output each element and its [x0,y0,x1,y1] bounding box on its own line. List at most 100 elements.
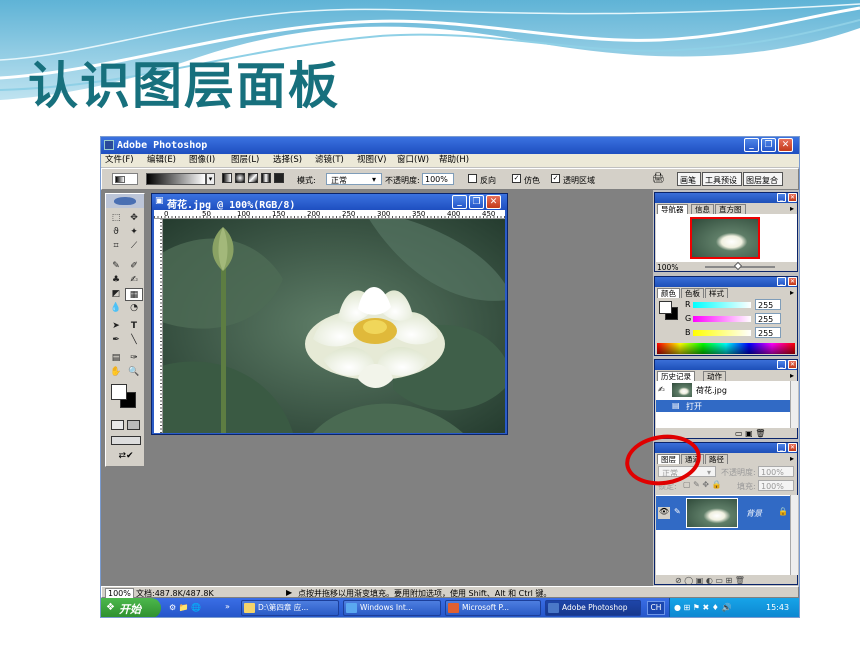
reflected-gradient-button[interactable] [261,173,271,183]
gradient-tool-icon[interactable]: ▦ [125,288,143,301]
title-bar[interactable]: Adobe Photoshop _ ❐ ✕ [101,137,799,154]
path-select-icon[interactable]: ➤ [107,320,125,333]
tray-icons[interactable]: ● ⊞ ⚑ ✖ ♦ 🔊 [674,603,731,612]
gradient-dropdown-icon[interactable]: ▾ [206,173,215,185]
eye-icon[interactable]: 👁 [658,507,670,519]
magic-wand-icon[interactable]: ✦ [125,226,143,239]
taskbar-item-powerpoint[interactable]: Microsoft P... [445,600,541,616]
transparency-checkbox[interactable]: ✓ [551,174,560,183]
tab-layers[interactable]: 图层 [657,454,680,464]
status-arrow-icon[interactable]: ▶ [286,588,292,597]
channel-r-slider[interactable] [693,302,751,308]
quicklaunch-icons[interactable]: ⚙ 📁 🌐 [169,603,201,612]
tab-history[interactable]: 历史记录 [657,371,695,381]
tab-styles[interactable]: 样式 [705,288,728,298]
panel-minimize-button[interactable]: _ [777,193,786,202]
tab-brushes[interactable]: 画笔 [677,172,701,186]
history-state-open[interactable]: ▤ 打开 [656,400,790,412]
eraser-tool-icon[interactable]: ◩ [107,288,125,301]
move-tool-icon[interactable]: ✥ [125,212,143,225]
zoom-tool-icon[interactable]: 🔍 [125,366,143,379]
hand-tool-icon[interactable]: ✋ [107,366,125,379]
zoom-slider[interactable] [705,261,775,271]
taskbar-overflow[interactable]: » [225,602,230,611]
channel-g-input[interactable]: 255 [755,313,781,324]
slice-tool-icon[interactable]: ⟋ [125,240,143,253]
fill-input[interactable]: 100% [758,480,794,491]
dodge-tool-icon[interactable]: ◔ [125,302,143,315]
opacity-input[interactable]: 100% [422,173,454,185]
minimize-button[interactable]: _ [744,138,759,152]
linear-gradient-button[interactable] [222,173,232,183]
tab-paths[interactable]: 路径 [705,454,728,464]
tab-actions[interactable]: 动作 [703,371,726,381]
start-button[interactable]: ❖ 开始 [101,598,161,617]
panel-menu-icon[interactable]: ▸ [790,288,794,297]
gradient-picker[interactable] [146,173,206,185]
layers-scrollbar[interactable] [790,495,798,575]
doc-minimize-button[interactable]: _ [452,195,467,209]
panel-close-button[interactable]: ✕ [788,443,797,452]
fg-bg-swatch[interactable] [659,301,679,321]
tab-swatches[interactable]: 色板 [681,288,704,298]
toolbox-header[interactable] [106,194,144,208]
tab-color[interactable]: 颜色 [657,288,680,298]
language-indicator[interactable]: CH [647,601,665,615]
screen-mode-icon[interactable] [111,436,141,445]
channel-b-slider[interactable] [693,330,751,336]
brush-tool-icon[interactable]: ✐ [125,260,143,273]
palette-well-icon[interactable]: 🖨 [652,173,666,185]
standard-mode-icon[interactable] [111,420,124,430]
pen-tool-icon[interactable]: ✒ [107,334,125,347]
menu-window[interactable]: 窗口(W) [397,154,429,166]
menu-view[interactable]: 视图(V) [357,154,386,166]
tab-layer-comps[interactable]: 图层复合 [743,172,783,186]
channel-r-input[interactable]: 255 [755,299,781,310]
line-tool-icon[interactable]: ╲ [125,334,143,347]
menu-image[interactable]: 图像(I) [189,154,215,166]
tab-tool-presets[interactable]: 工具预设 [702,172,742,186]
tab-info[interactable]: 信息 [691,204,714,214]
tab-navigator[interactable]: 导航器 [657,204,688,214]
radial-gradient-button[interactable] [235,173,245,183]
panel-close-button[interactable]: ✕ [788,277,797,286]
taskbar-item-ie[interactable]: Windows Int... [343,600,441,616]
marquee-tool-icon[interactable]: ⬚ [107,212,125,225]
notes-tool-icon[interactable]: ▤ [107,352,125,365]
layer-actions-icons[interactable]: ⊘ ◯ ▣ ◐ ▭ ⊞ 🗑 [675,576,745,585]
crop-tool-icon[interactable]: ⌗ [107,240,125,253]
history-scrollbar[interactable] [790,381,798,428]
mode-select[interactable]: 正常 ▾ [326,173,382,185]
menu-select[interactable]: 选择(S) [273,154,302,166]
layer-row-background[interactable]: 👁 ✎ 背景 🔒 [656,496,790,530]
lasso-tool-icon[interactable]: ϑ [107,226,125,239]
doc-restore-button[interactable]: ❐ [469,195,484,209]
history-actions-icons[interactable]: ▭ ▣ 🗑 [735,429,765,438]
panel-title-bar[interactable]: _ ✕ [655,277,797,287]
clone-stamp-icon[interactable]: ♣ [107,274,125,287]
menu-help[interactable]: 帮助(H) [439,154,469,166]
menu-filter[interactable]: 滤镜(T) [315,154,344,166]
layer-opacity-input[interactable]: 100% [758,466,794,477]
document-title-bar[interactable]: ▣ 荷花.jpg @ 100%(RGB/8) _ ❐ ✕ [152,194,507,211]
menu-layer[interactable]: 图层(L) [231,154,259,166]
lock-icons[interactable]: ▢ ✎ ✥ 🔒 [683,480,722,489]
close-button[interactable]: ✕ [778,138,793,152]
foreground-color-swatch[interactable] [111,384,127,400]
navigator-preview[interactable] [656,214,797,262]
color-ramp[interactable] [657,343,795,354]
angle-gradient-button[interactable] [248,173,258,183]
image-canvas[interactable] [163,219,505,433]
panel-menu-icon[interactable]: ▸ [790,454,794,463]
healing-brush-icon[interactable]: ✎ [107,260,125,273]
panel-close-button[interactable]: ✕ [788,360,797,369]
taskbar-item-photoshop[interactable]: Adobe Photoshop [545,600,641,616]
panel-minimize-button[interactable]: _ [777,443,786,452]
restore-button[interactable]: ❐ [761,138,776,152]
channel-b-input[interactable]: 255 [755,327,781,338]
panel-minimize-button[interactable]: _ [777,360,786,369]
type-tool-icon[interactable]: T [125,320,143,333]
eyedropper-icon[interactable]: ✑ [125,352,143,365]
panel-menu-icon[interactable]: ▸ [790,371,794,380]
menu-edit[interactable]: 编辑(E) [147,154,176,166]
